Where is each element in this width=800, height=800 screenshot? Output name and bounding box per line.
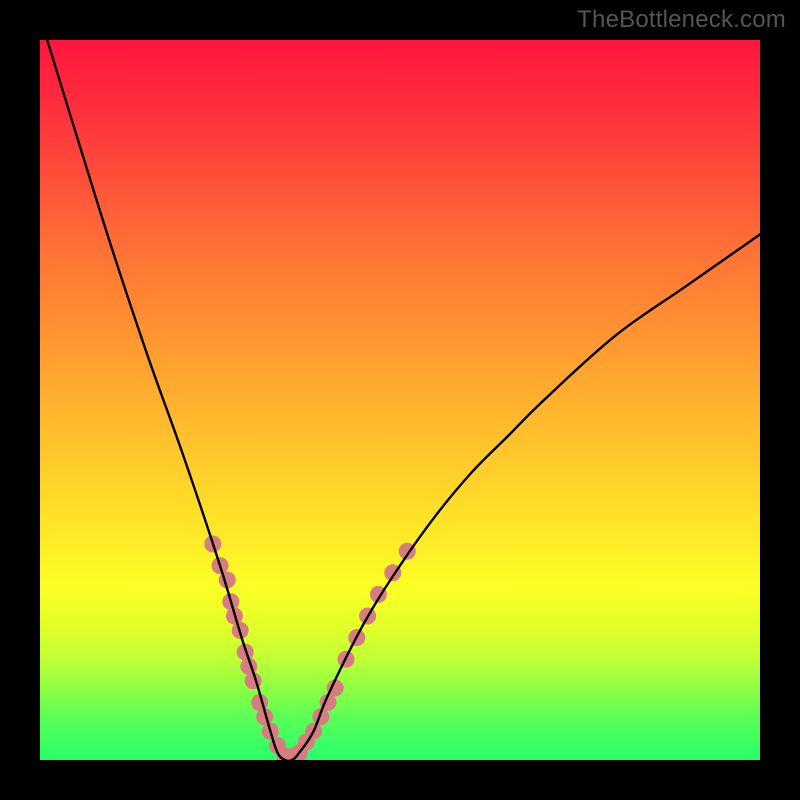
chart-frame: TheBottleneck.com: [0, 0, 800, 800]
plot-area: [40, 40, 760, 760]
marker-group: [204, 536, 415, 761]
bottleneck-curve: [47, 40, 760, 760]
watermark-text: TheBottleneck.com: [577, 6, 786, 34]
chart-overlay: [40, 40, 760, 760]
